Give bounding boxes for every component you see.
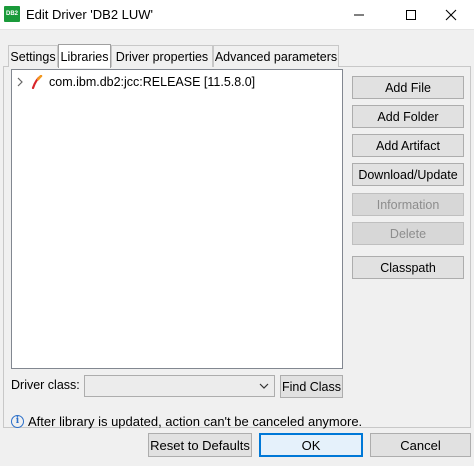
chevron-down-icon[interactable] [257,378,271,394]
chevron-right-icon[interactable] [15,77,25,87]
info-message: i After library is updated, action can't… [11,412,362,430]
download-update-button[interactable]: Download/Update [352,163,464,186]
close-icon [445,9,457,21]
driver-class-label: Driver class: [11,378,80,392]
cancel-button[interactable]: Cancel [370,433,471,457]
tab-driver-properties[interactable]: Driver properties [111,45,213,67]
maximize-icon [406,10,416,20]
find-class-button[interactable]: Find Class [280,375,343,398]
add-folder-button[interactable]: Add Folder [352,105,464,128]
tab-libraries[interactable]: Libraries [58,44,111,68]
window-title: Edit Driver 'DB2 LUW' [26,7,154,22]
minimize-button[interactable] [336,0,382,30]
driver-class-combobox[interactable] [84,375,275,397]
information-button[interactable]: Information [352,193,464,216]
db2-app-icon: DB2 [4,6,20,22]
add-file-button[interactable]: Add File [352,76,464,99]
library-tree-item[interactable]: com.ibm.db2:jcc:RELEASE [11.5.8.0] [15,73,255,91]
ok-button[interactable]: OK [259,433,363,457]
reset-to-defaults-button[interactable]: Reset to Defaults [148,433,252,457]
library-item-label: com.ibm.db2:jcc:RELEASE [11.5.8.0] [49,75,256,89]
tab-settings[interactable]: Settings [8,45,58,67]
delete-button[interactable]: Delete [352,222,464,245]
classpath-button[interactable]: Classpath [352,256,464,279]
info-message-text: After library is updated, action can't b… [28,413,363,429]
library-tree[interactable]: com.ibm.db2:jcc:RELEASE [11.5.8.0] [11,69,343,369]
title-bar: DB2 Edit Driver 'DB2 LUW' [0,0,474,30]
tab-advanced-parameters[interactable]: Advanced parameters [213,45,339,67]
info-icon: i [11,414,24,428]
maven-feather-icon [30,75,44,89]
add-artifact-button[interactable]: Add Artifact [352,134,464,157]
minimize-icon [354,14,364,16]
close-button[interactable] [428,0,474,30]
